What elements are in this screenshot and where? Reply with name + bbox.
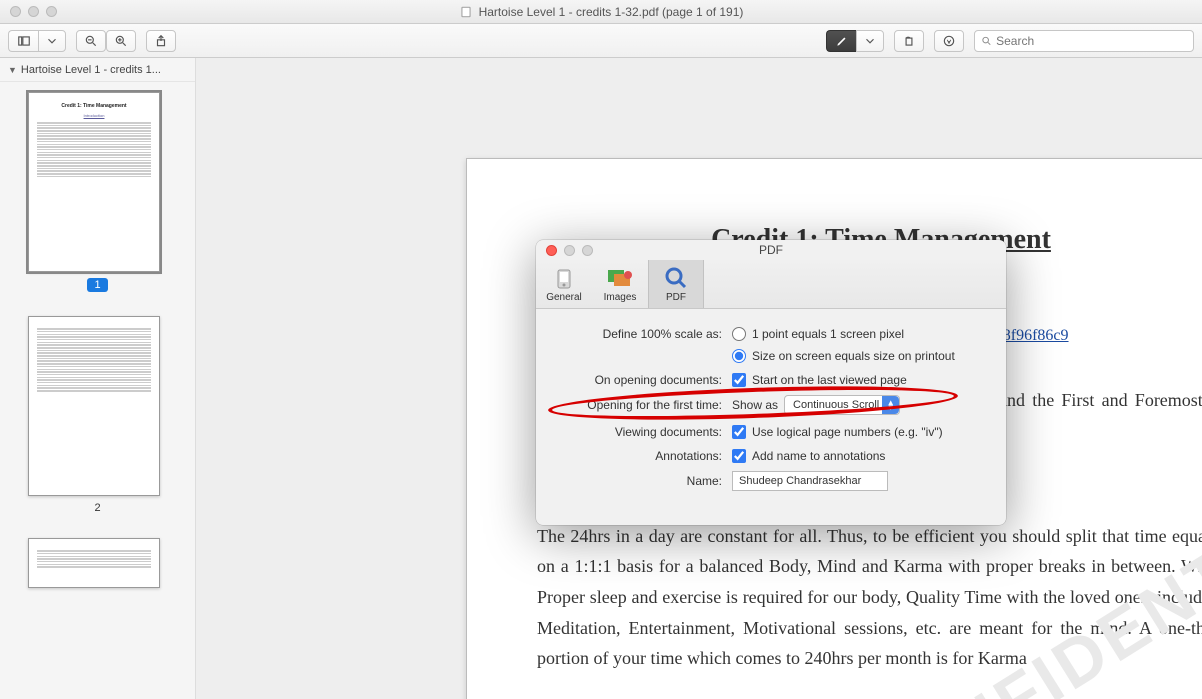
zoom-out-button[interactable] — [76, 30, 106, 52]
view-dropdown-button[interactable] — [38, 30, 66, 52]
label-show-as: Show as — [732, 398, 778, 412]
radio-point-equals-pixel[interactable] — [732, 327, 746, 341]
prefs-tab-pdf[interactable]: PDF — [648, 260, 704, 308]
search-field[interactable] — [974, 30, 1194, 52]
window-titlebar: Hartoise Level 1 - credits 1-32.pdf (pag… — [0, 0, 1202, 24]
zoom-in-button[interactable] — [106, 30, 136, 52]
label-on-opening: On opening documents: — [556, 373, 732, 387]
window-title: Hartoise Level 1 - credits 1-32.pdf (pag… — [0, 5, 1202, 19]
pdf-tab-icon — [664, 266, 688, 290]
markup-toolbar-button[interactable] — [934, 30, 964, 52]
preferences-dialog: PDF General Images PDF Define 100% s — [536, 240, 1006, 525]
preview-doc-icon — [459, 5, 473, 19]
textfield-annotation-name[interactable]: Shudeep Chandrasekhar — [732, 471, 888, 491]
disclosure-triangle-icon: ▼ — [8, 65, 17, 75]
sidebar-header[interactable]: ▼ Hartoise Level 1 - credits 1... — [0, 58, 195, 82]
option-add-name: Add name to annotations — [752, 449, 885, 463]
dropdown-show-as[interactable]: Continuous Scroll ▲▼ — [784, 395, 900, 415]
page-thumbnail-2[interactable] — [28, 316, 160, 496]
label-define-scale: Define 100% scale as: — [556, 327, 732, 341]
prefs-title: PDF — [536, 243, 1006, 257]
rotate-button[interactable] — [894, 30, 924, 52]
images-tab-icon — [606, 266, 634, 290]
prefs-zoom-button — [582, 245, 593, 256]
document-viewport[interactable]: CONFIDENTIAL Credit 1: Time Management I… — [196, 58, 1202, 699]
option-start-last-page: Start on the last viewed page — [752, 373, 907, 387]
markup-pen-button[interactable] — [826, 30, 856, 52]
page-thumbnail-1[interactable]: Credit 1: Time Management Introduction — [28, 92, 160, 272]
label-viewing: Viewing documents: — [556, 425, 732, 439]
prefs-tab-images[interactable]: Images — [592, 260, 648, 308]
page-thumbnail-3[interactable] — [28, 538, 160, 588]
option-logical-pages: Use logical page numbers (e.g. "iv") — [752, 425, 943, 439]
option-point-equals-pixel: 1 point equals 1 screen pixel — [752, 327, 904, 341]
sidebar-filename: Hartoise Level 1 - credits 1... — [21, 64, 161, 76]
general-tab-icon — [552, 266, 576, 290]
dropdown-chevron-icon: ▲▼ — [882, 396, 899, 414]
share-button[interactable] — [146, 30, 176, 52]
markup-dropdown-button[interactable] — [856, 30, 884, 52]
prefs-minimize-button — [564, 245, 575, 256]
prefs-tab-general[interactable]: General — [536, 260, 592, 308]
checkbox-add-name[interactable] — [732, 449, 746, 463]
thumbnail-sidebar: ▼ Hartoise Level 1 - credits 1... Credit… — [0, 58, 196, 699]
search-icon — [981, 35, 992, 47]
page-number-2: 2 — [28, 502, 167, 514]
prefs-close-button[interactable] — [546, 245, 557, 256]
toolbar — [0, 24, 1202, 58]
view-sidebar-button[interactable] — [8, 30, 38, 52]
page-number-1: 1 — [28, 278, 167, 292]
search-input[interactable] — [996, 34, 1187, 48]
checkbox-start-last-page[interactable] — [732, 373, 746, 387]
label-first-time: Opening for the first time: — [556, 398, 732, 412]
radio-size-on-screen[interactable] — [732, 349, 746, 363]
label-name: Name: — [556, 474, 732, 488]
option-size-on-screen: Size on screen equals size on printout — [752, 349, 955, 363]
label-annotations: Annotations: — [556, 449, 732, 463]
prefs-tabstrip: General Images PDF — [536, 260, 1006, 309]
checkbox-logical-pages[interactable] — [732, 425, 746, 439]
